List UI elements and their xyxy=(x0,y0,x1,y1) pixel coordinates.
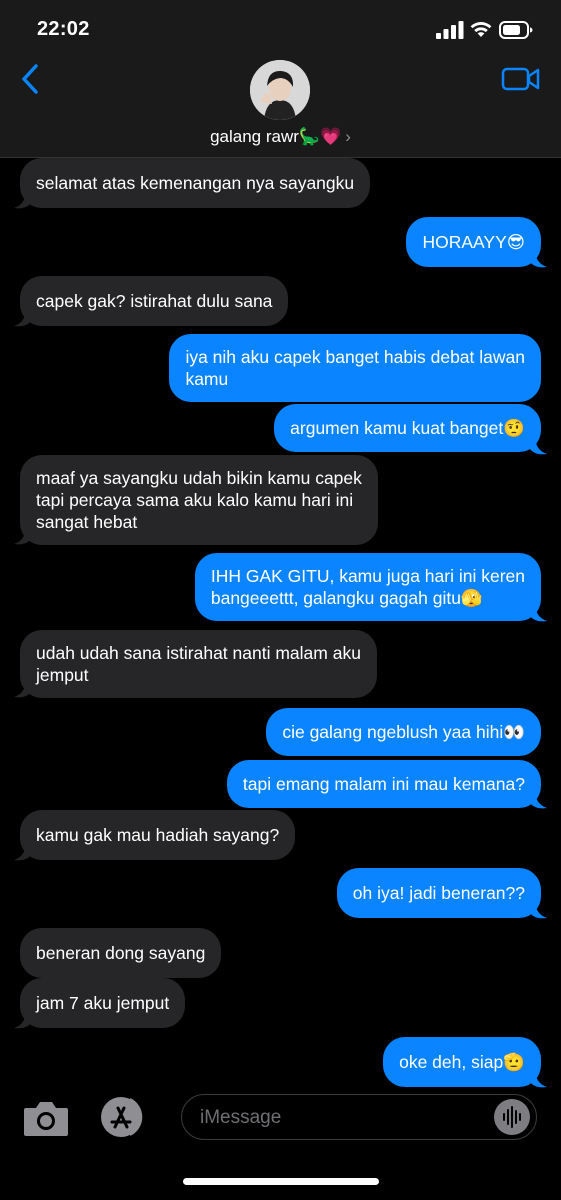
message-text: selamat atas kemenangan nya sayangku xyxy=(36,173,355,193)
bubble-tail xyxy=(14,190,32,209)
imessage-input[interactable]: iMessage xyxy=(181,1094,537,1140)
bubble-tail xyxy=(529,603,547,622)
message-text: bangeeettt, galangku gagah gitu🫣 xyxy=(210,588,483,608)
cellular-signal-icon xyxy=(436,21,464,39)
camera-icon[interactable] xyxy=(22,1098,70,1138)
avatar-photo xyxy=(250,60,310,120)
message-text: sangat hebat xyxy=(36,512,138,532)
app-store-icon[interactable] xyxy=(99,1096,149,1138)
contact-name: galang rawr🦕💗 xyxy=(210,127,342,146)
battery-icon xyxy=(499,21,533,39)
message-text: tapi percaya sama aku kalo kamu hari ini xyxy=(36,490,354,510)
message-sent[interactable]: cie galang ngeblush yaa hihi👀 xyxy=(266,708,541,756)
message-received[interactable]: jam 7 aku jemput xyxy=(20,978,186,1028)
message-text: oke deh, siap🫡 xyxy=(399,1052,525,1072)
message-sent[interactable]: oh iya! jadi beneran?? xyxy=(336,868,541,918)
message-text: cie galang ngeblush yaa hihi👀 xyxy=(282,722,525,742)
bubble-tail xyxy=(529,436,547,455)
audio-message-button[interactable] xyxy=(494,1099,530,1135)
contact-avatar[interactable] xyxy=(250,60,310,120)
message-sent[interactable]: HORAAYY😎 xyxy=(406,217,541,267)
status-bar: 22:02 xyxy=(0,0,561,56)
message-sent[interactable]: oke deh, siap🫡 xyxy=(383,1037,541,1087)
message-text: iya nih aku capek banget habis debat law… xyxy=(185,347,525,367)
message-sent[interactable]: tapi emang malam ini mau kemana? xyxy=(226,760,541,808)
bubble-tail xyxy=(529,790,547,809)
bubble-tail xyxy=(14,842,32,861)
message-sent[interactable]: IHH GAK GITU, kamu juga hari ini keren b… xyxy=(194,553,541,621)
bubble-tail xyxy=(14,308,32,327)
message-text: kamu xyxy=(185,369,229,389)
chevron-right-icon: › xyxy=(345,127,351,146)
message-received[interactable]: selamat atas kemenangan nya sayangku xyxy=(20,158,371,208)
message-text: jemput xyxy=(36,665,89,685)
message-text: IHH GAK GITU, kamu juga hari ini keren xyxy=(210,566,525,586)
audio-waveform-icon xyxy=(503,1106,521,1128)
message-text: beneran dong sayang xyxy=(36,943,206,963)
bubble-tail xyxy=(14,1010,32,1029)
wifi-icon xyxy=(470,22,492,37)
bubble-tail xyxy=(529,900,547,919)
status-time: 22:02 xyxy=(37,18,90,40)
message-text: tapi emang malam ini mau kemana? xyxy=(242,774,525,794)
message-sent[interactable]: iya nih aku capek banget habis debat law… xyxy=(169,334,541,402)
message-received[interactable]: capek gak? istirahat dulu sana xyxy=(20,276,289,326)
message-text: jam 7 aku jemput xyxy=(36,993,170,1013)
contact-name-button[interactable]: galang rawr🦕💗 › xyxy=(0,127,561,147)
message-received[interactable]: maaf ya sayangku udah bikin kamu capek t… xyxy=(20,455,378,545)
bubble-tail xyxy=(529,1069,547,1088)
message-text: argumen kamu kuat banget🤨 xyxy=(290,418,525,438)
message-text: HORAAYY😎 xyxy=(422,232,525,252)
message-received[interactable]: kamu gak mau hadiah sayang? xyxy=(20,810,296,860)
message-text: kamu gak mau hadiah sayang? xyxy=(36,825,280,845)
message-received[interactable]: udah udah sana istirahat nanti malam aku… xyxy=(20,630,377,698)
message-sent[interactable]: argumen kamu kuat banget🤨 xyxy=(274,404,541,452)
bubble-tail xyxy=(14,526,32,545)
message-received[interactable]: beneran dong sayang xyxy=(20,928,222,978)
message-text: capek gak? istirahat dulu sana xyxy=(36,291,273,311)
message-text: oh iya! jadi beneran?? xyxy=(352,883,525,903)
input-placeholder: iMessage xyxy=(200,1107,282,1128)
home-indicator[interactable] xyxy=(183,1178,379,1185)
back-chevron-icon[interactable] xyxy=(18,62,42,96)
bubble-tail xyxy=(14,679,32,698)
message-text: maaf ya sayangku udah bikin kamu capek xyxy=(36,468,362,488)
message-text: udah udah sana istirahat nanti malam aku xyxy=(36,643,361,663)
video-camera-icon[interactable] xyxy=(501,65,541,93)
bubble-tail xyxy=(529,249,547,268)
